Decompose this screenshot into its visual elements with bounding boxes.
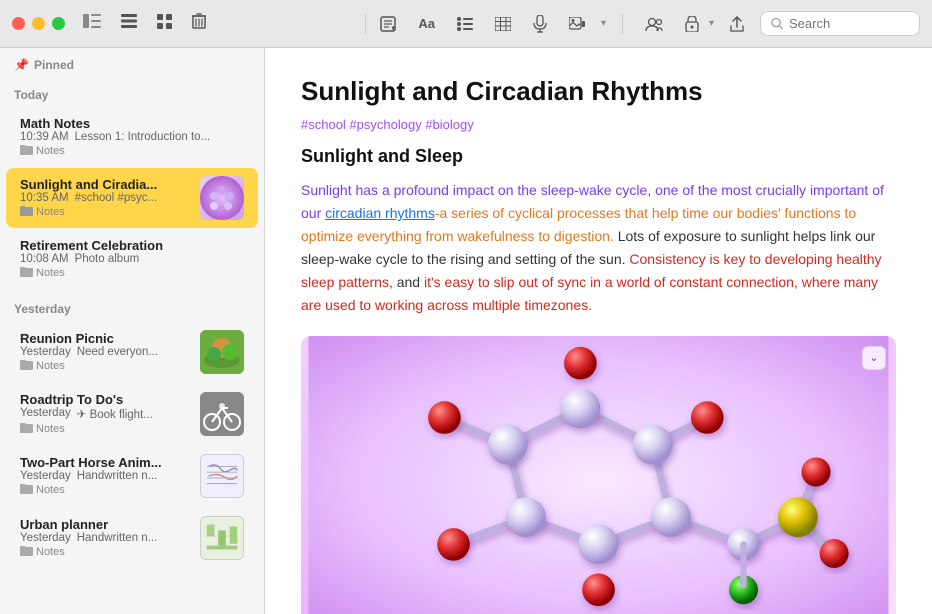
today-section-header: Today — [0, 76, 264, 106]
search-icon — [771, 17, 783, 30]
note-thumbnail-molecule — [200, 176, 244, 220]
pinned-section: 📌 Pinned — [0, 48, 264, 76]
folder-icon — [20, 422, 33, 436]
note-content: Retirement Celebration 10:08 AM Photo al… — [20, 238, 244, 280]
note-thumbnail-handwritten2 — [200, 516, 244, 560]
note-content: Sunlight and Ciradia... 10:35 AM #school… — [20, 177, 192, 219]
minimize-button[interactable] — [32, 17, 45, 30]
note-item-horse-anim[interactable]: Two-Part Horse Anim... Yesterday Handwri… — [6, 446, 258, 506]
yesterday-section-header: Yesterday — [0, 290, 264, 320]
note-section-title: Sunlight and Sleep — [301, 146, 896, 167]
note-thumbnail-handwritten1 — [200, 454, 244, 498]
toolbar-right: Aa — [374, 11, 920, 37]
image-collapse-button[interactable]: ⌄ — [862, 346, 886, 370]
folder-icon — [20, 205, 33, 219]
checklist-button[interactable] — [451, 13, 479, 35]
collaboration-button[interactable] — [639, 13, 669, 35]
toolbar-left — [79, 9, 210, 38]
note-content: Roadtrip To Do's Yesterday ✈ Book flight… — [20, 392, 192, 436]
note-content: Two-Part Horse Anim... Yesterday Handwri… — [20, 455, 192, 497]
note-item-urban-planner[interactable]: Urban planner Yesterday Handwritten n...… — [6, 508, 258, 568]
note-content: Reunion Picnic Yesterday Need everyon...… — [20, 331, 192, 373]
pinned-label: 📌 Pinned — [14, 58, 250, 72]
sidebar: 📌 Pinned Today Math Notes 10:39 AM Lesso… — [0, 48, 265, 614]
note-thumbnail-bike — [200, 392, 244, 436]
sidebar-toggle-icon[interactable] — [79, 10, 105, 37]
note-item-sunlight[interactable]: Sunlight and Ciradia... 10:35 AM #school… — [6, 168, 258, 228]
compose-button[interactable] — [374, 12, 402, 36]
folder-icon — [20, 144, 33, 158]
table-button[interactable] — [489, 13, 517, 35]
grid-view-icon[interactable] — [153, 10, 176, 38]
pin-icon: 📌 — [14, 58, 29, 72]
note-tags: #school #psychology #biology — [301, 117, 896, 132]
share-button[interactable] — [724, 12, 750, 36]
molecule-image-container: ⌄ — [301, 336, 896, 614]
titlebar: Aa — [0, 0, 932, 48]
folder-icon — [20, 545, 33, 559]
note-content: Urban planner Yesterday Handwritten n...… — [20, 517, 192, 559]
note-content: Math Notes 10:39 AM Lesson 1: Introducti… — [20, 116, 244, 158]
note-thumbnail-picnic — [200, 330, 244, 374]
note-body-paragraph: Sunlight has a profound impact on the sl… — [301, 179, 896, 318]
maximize-button[interactable] — [52, 17, 65, 30]
note-title: Sunlight and Circadian Rhythms — [301, 76, 896, 107]
media-button[interactable] — [563, 13, 591, 35]
trash-icon[interactable] — [188, 9, 210, 38]
note-item-roadtrip[interactable]: Roadtrip To Do's Yesterday ✈ Book flight… — [6, 384, 258, 444]
window-controls — [12, 17, 65, 30]
search-input[interactable] — [789, 16, 909, 31]
note-item-math-notes[interactable]: Math Notes 10:39 AM Lesson 1: Introducti… — [6, 108, 258, 166]
lock-button[interactable] — [679, 12, 705, 36]
content-area: Sunlight and Circadian Rhythms #school #… — [265, 48, 932, 614]
folder-icon — [20, 483, 33, 497]
list-view-icon[interactable] — [117, 10, 141, 37]
font-button[interactable]: Aa — [412, 12, 441, 35]
folder-icon — [20, 359, 33, 373]
text-normal-2: and — [393, 274, 424, 290]
close-button[interactable] — [12, 17, 25, 30]
molecule-svg — [301, 336, 896, 614]
note-item-reunion-picnic[interactable]: Reunion Picnic Yesterday Need everyon...… — [6, 322, 258, 382]
folder-icon — [20, 266, 33, 280]
note-item-retirement[interactable]: Retirement Celebration 10:08 AM Photo al… — [6, 230, 258, 288]
main-area: 📌 Pinned Today Math Notes 10:39 AM Lesso… — [0, 48, 932, 614]
text-link-circadian[interactable]: circadian rhythms — [325, 205, 435, 221]
search-box[interactable] — [760, 11, 920, 36]
audio-button[interactable] — [527, 11, 553, 37]
